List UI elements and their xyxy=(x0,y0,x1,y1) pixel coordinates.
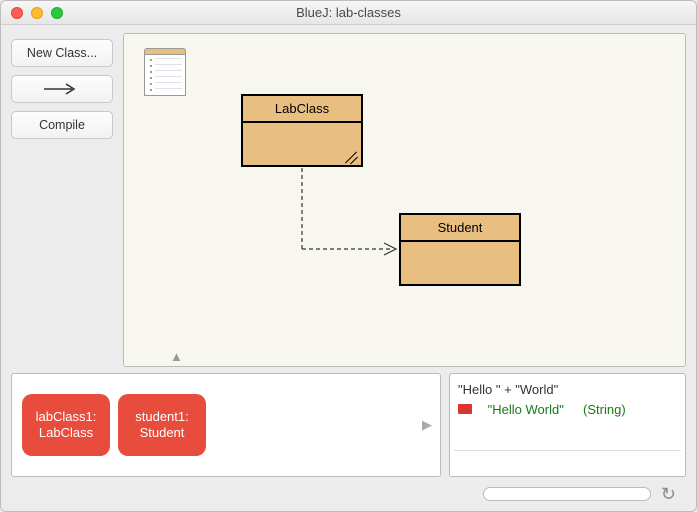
readme-icon[interactable] xyxy=(144,48,186,96)
object-name: labClass1: xyxy=(36,409,97,425)
codepad-input[interactable] xyxy=(454,450,681,472)
class-name-label: Student xyxy=(401,215,519,242)
collapse-sidebar-icon[interactable]: ▲ xyxy=(170,349,183,364)
codepad: "Hello " + "World" "Hello World" (String… xyxy=(449,373,686,477)
progress-bar xyxy=(483,487,651,501)
maximize-icon[interactable] xyxy=(51,7,63,19)
sidebar: New Class... Compile xyxy=(11,33,113,367)
dependency-arrow-icon xyxy=(124,34,685,366)
class-diagram-canvas[interactable]: LabClass Student ▲ xyxy=(123,33,686,367)
object-tag-icon[interactable] xyxy=(458,404,472,414)
codepad-result-value: "Hello World" xyxy=(488,400,564,420)
dependency-arrow-button[interactable] xyxy=(11,75,113,103)
uncompiled-hatch-icon xyxy=(341,151,359,163)
bluej-window: BlueJ: lab-classes New Class... Compile xyxy=(0,0,697,512)
close-icon[interactable] xyxy=(11,7,23,19)
class-box-labclass[interactable]: LabClass xyxy=(241,94,363,167)
object-type: Student xyxy=(140,425,185,441)
expand-bench-icon[interactable]: ▶ xyxy=(422,417,432,433)
codepad-result-line: "Hello World" (String) xyxy=(458,400,677,420)
window-title: BlueJ: lab-classes xyxy=(1,5,696,20)
traffic-lights xyxy=(11,7,63,19)
codepad-output: "Hello " + "World" "Hello World" (String… xyxy=(450,374,685,450)
titlebar[interactable]: BlueJ: lab-classes xyxy=(1,1,696,25)
codepad-expression: "Hello " + "World" xyxy=(458,380,677,400)
arrow-icon xyxy=(42,82,82,96)
upper-panel: New Class... Compile LabClass xyxy=(11,33,686,367)
object-instance[interactable]: student1: Student xyxy=(118,394,206,456)
object-bench[interactable]: labClass1: LabClass student1: Student ▶ xyxy=(11,373,441,477)
minimize-icon[interactable] xyxy=(31,7,43,19)
lower-panel: labClass1: LabClass student1: Student ▶ … xyxy=(11,373,686,477)
object-type: LabClass xyxy=(39,425,93,441)
object-name: student1: xyxy=(135,409,189,425)
object-instance[interactable]: labClass1: LabClass xyxy=(22,394,110,456)
compile-button[interactable]: Compile xyxy=(11,111,113,139)
codepad-result-type: (String) xyxy=(583,400,626,420)
content-area: New Class... Compile LabClass xyxy=(1,25,696,511)
class-box-student[interactable]: Student xyxy=(399,213,521,286)
class-name-label: LabClass xyxy=(243,96,361,123)
redo-icon[interactable]: ↻ xyxy=(661,484,676,505)
status-bar: ↻ xyxy=(11,483,686,505)
new-class-button[interactable]: New Class... xyxy=(11,39,113,67)
